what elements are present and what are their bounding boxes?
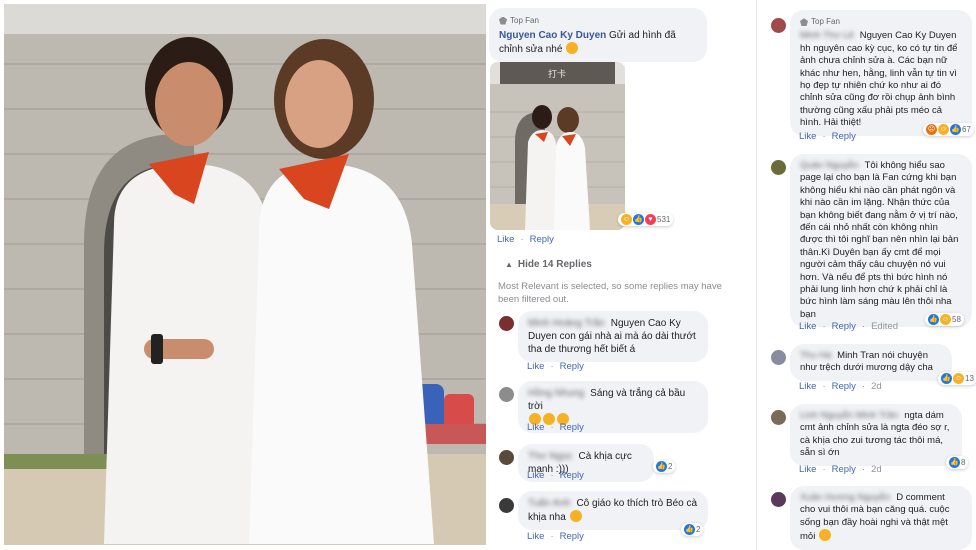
avatar[interactable] — [771, 18, 786, 33]
comment-bubble: Top Fan Minh Thư Lê Nguyen Cao Ky Duyen h… — [790, 10, 972, 136]
comment-reaction-summary[interactable]: 👍 ☺ 58 — [925, 313, 964, 326]
avatar[interactable] — [771, 410, 786, 425]
comment-actions: Like · Reply · Edited — [799, 321, 899, 332]
author-name-blurred[interactable]: Minh Hoàng Trần — [528, 317, 605, 330]
like-icon: 👍 — [950, 124, 961, 135]
avatar[interactable] — [499, 498, 514, 513]
reply-button[interactable]: Reply — [530, 234, 554, 245]
like-icon: 👍 — [633, 214, 644, 225]
comment-actions: Like · Reply · 2d — [799, 464, 882, 475]
author-name-blurred[interactable]: Xuân Hương Nguyễn — [800, 492, 890, 504]
reply-actions: Like · Reply — [527, 470, 584, 481]
reply-button[interactable]: Reply — [560, 361, 584, 372]
like-button[interactable]: Like — [527, 361, 544, 372]
like-button[interactable]: Like — [799, 131, 816, 142]
comment-reaction-summary[interactable]: 👍 8 — [946, 456, 969, 469]
like-icon: 👍 — [941, 373, 952, 384]
reply-bubble: Tuấn Anh Cô giáo ko thích trò Béo cà khịa… — [518, 491, 708, 530]
like-button[interactable]: Like — [527, 470, 544, 481]
avatar[interactable] — [499, 387, 514, 402]
like-button[interactable]: Like — [527, 531, 544, 542]
laugh-emoji-icon — [569, 510, 582, 522]
column-divider — [756, 0, 757, 550]
filter-note: Most Relevant is selected, so some repli… — [498, 281, 722, 305]
diamond-icon — [800, 18, 808, 27]
haha-icon: ☺ — [953, 373, 964, 384]
reply-reaction-summary[interactable]: 👍 2 — [653, 460, 676, 473]
reply-button[interactable]: Reply — [832, 464, 856, 475]
collapse-arrow-icon: ▲ — [505, 260, 513, 269]
author-name-blurred[interactable]: Tuấn Anh — [528, 497, 570, 510]
like-button[interactable]: Like — [799, 464, 816, 475]
comment-reaction-summary[interactable]: 👍 ☺ 13 — [938, 372, 976, 385]
like-icon: 👍 — [656, 461, 667, 472]
author-name-blurred[interactable]: Thư Ngọc — [528, 450, 573, 463]
love-icon: ♥ — [645, 214, 656, 225]
laugh-emoji-icon — [818, 529, 831, 542]
author-name-blurred[interactable]: Thu Hà — [800, 350, 831, 362]
like-button[interactable]: Like — [799, 321, 816, 332]
avatar[interactable] — [499, 450, 514, 465]
avatar[interactable] — [771, 350, 786, 365]
reply-button[interactable]: Reply — [560, 422, 584, 433]
angry-icon: ☹ — [926, 124, 937, 135]
haha-icon: ☺ — [938, 124, 949, 135]
like-button[interactable]: Like — [527, 422, 544, 433]
reply-actions: Like · Reply — [527, 531, 584, 542]
timestamp[interactable]: 2d — [871, 464, 882, 475]
comment-bubble: Xuân Hương Nguyễn D comment cho vui thôi … — [790, 486, 972, 550]
thumbnail-sign: 打卡 — [548, 68, 566, 80]
main-reaction-summary[interactable]: ☺ 👍 ♥ 531 — [618, 213, 674, 226]
reply-actions: Like · Reply — [527, 422, 584, 433]
comment-bubble: Quân Nguyễn Tôi không hiểu sao page lại c… — [790, 154, 972, 328]
like-icon: 👍 — [928, 314, 939, 325]
comment-bubble: Thu Hà Minh Tran nói chuyện như trệch dướ… — [790, 344, 952, 381]
reply-actions: Like · Reply — [527, 361, 584, 372]
reply-button[interactable]: Reply — [832, 321, 856, 332]
comment-actions: Like · Reply — [799, 131, 856, 142]
attached-photo[interactable]: 打卡 — [490, 62, 625, 230]
author-name-blurred[interactable]: Quân Nguyễn — [800, 160, 859, 172]
diamond-icon — [499, 16, 507, 25]
avatar[interactable] — [771, 492, 786, 507]
reply-bubble: Minh Hoàng Trần Nguyen Cao Ky Duyen con g… — [518, 311, 708, 362]
reply-button[interactable]: Reply — [832, 381, 856, 392]
author-name-blurred[interactable]: Minh Thư Lê — [800, 30, 854, 42]
reaction-count: 531 — [657, 215, 671, 224]
like-icon: 👍 — [684, 524, 695, 535]
like-button[interactable]: Like — [497, 234, 514, 245]
author-name-blurred[interactable]: Hồng Nhung — [528, 387, 584, 400]
like-icon: 👍 — [949, 457, 960, 468]
reply-button[interactable]: Reply — [560, 531, 584, 542]
like-button[interactable]: Like — [799, 381, 816, 392]
main-comment-bubble: Top Fan Nguyen Cao Ky Duyen Gửi ad hình … — [489, 8, 707, 62]
author-name-blurred[interactable]: Linh Nguyễn Minh Trần — [800, 410, 898, 422]
reply-reaction-summary[interactable]: 👍 2 — [681, 523, 704, 536]
comment-actions: Like · Reply · 2d — [799, 381, 882, 392]
haha-icon: ☺ — [621, 214, 632, 225]
main-photo — [4, 4, 486, 545]
haha-icon: ☺ — [940, 314, 951, 325]
main-comment-actions: Like · Reply — [497, 234, 554, 245]
reply-button[interactable]: Reply — [560, 470, 584, 481]
edited-label: Edited — [871, 321, 899, 332]
top-fan-badge: Top Fan — [499, 14, 697, 27]
top-fan-badge: Top Fan — [800, 16, 962, 28]
hide-replies-button[interactable]: ▲ Hide 14 Replies — [505, 259, 592, 270]
avatar[interactable] — [771, 160, 786, 175]
comment-author[interactable]: Nguyen Cao Ky Duyen — [499, 30, 606, 41]
smile-emoji-icon — [566, 42, 579, 54]
timestamp[interactable]: 2d — [871, 381, 882, 392]
comment-bubble: Linh Nguyễn Minh Trần ngta dám cmt ảnh ch… — [790, 404, 962, 466]
comment-reaction-summary[interactable]: ☹ ☺ 👍 67 — [923, 123, 974, 136]
reply-button[interactable]: Reply — [832, 131, 856, 142]
avatar[interactable] — [499, 316, 514, 331]
